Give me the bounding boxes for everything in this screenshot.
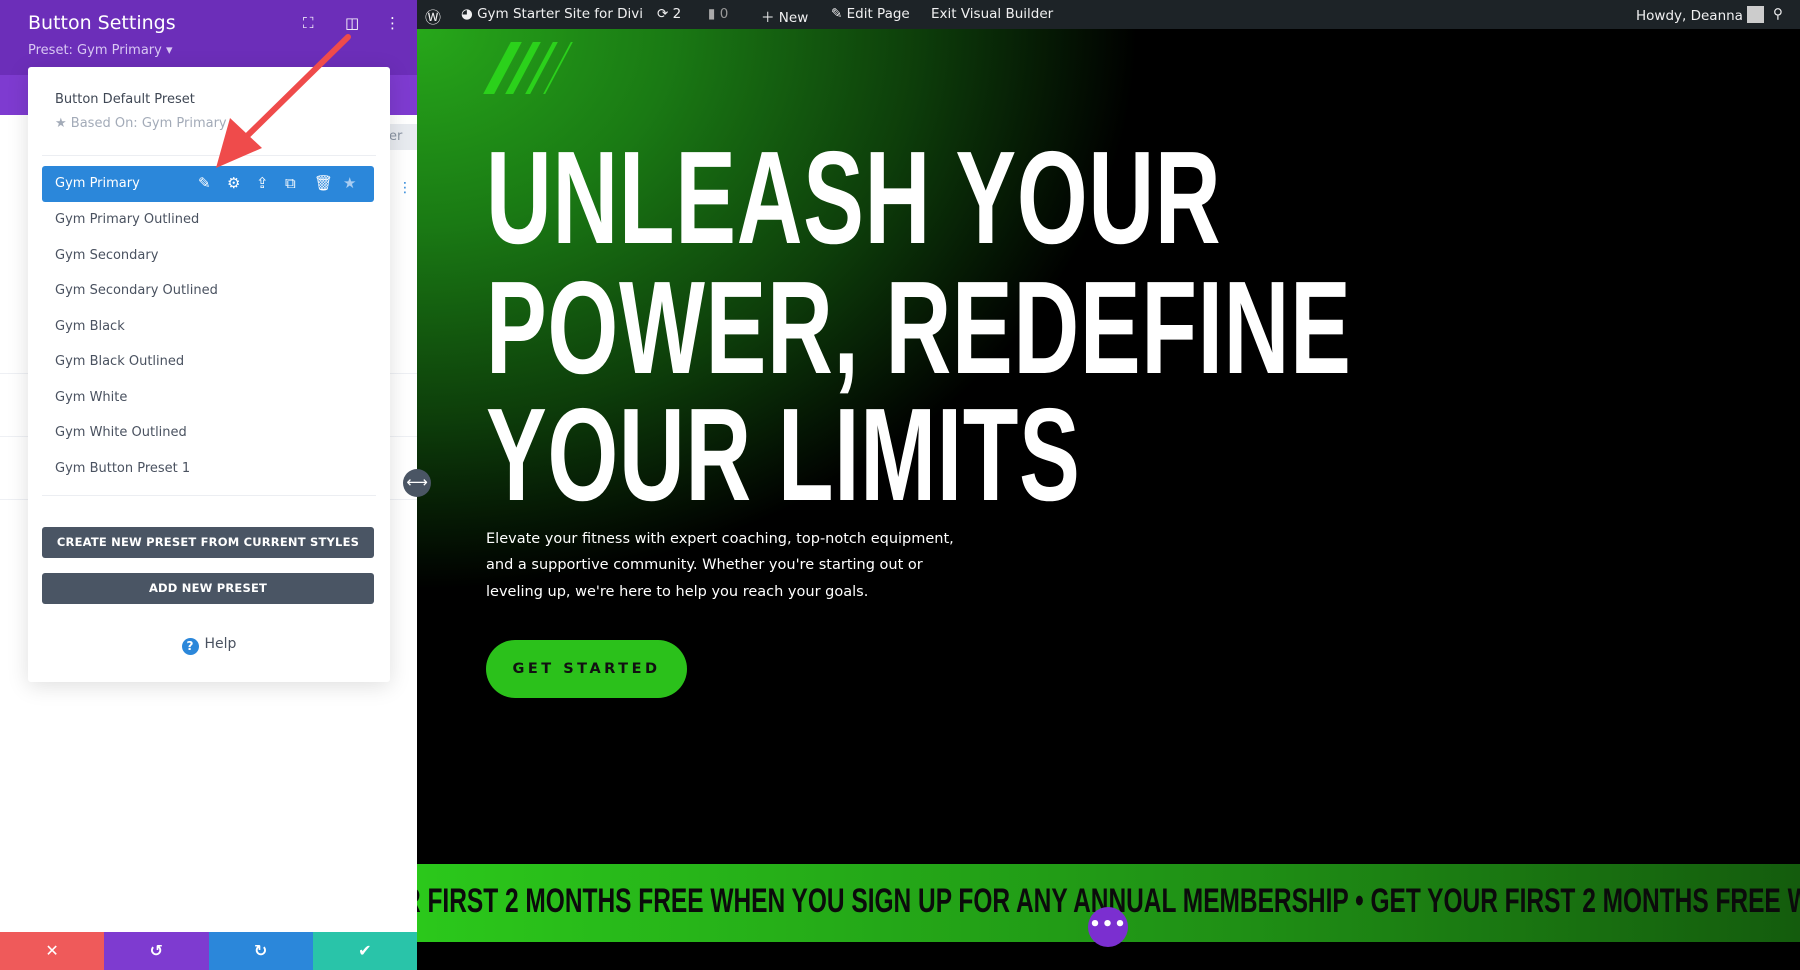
star-icon[interactable]: ★ — [343, 174, 356, 192]
settings-panel: Button Settings Preset: Gym Primary ▾ ⛶ … — [0, 0, 417, 970]
account-link[interactable]: Howdy, Deanna — [1636, 6, 1765, 24]
howdy-label: Howdy, Deanna — [1636, 8, 1743, 24]
preset-item[interactable]: Gym Secondary Outlined — [55, 283, 218, 298]
preset-item[interactable]: Gym Primary Outlined — [55, 212, 199, 227]
create-preset-button[interactable]: CREATE NEW PRESET FROM CURRENT STYLES — [42, 527, 374, 558]
gear-icon[interactable]: ⚙ — [227, 174, 240, 192]
updates-count: 2 — [672, 6, 682, 22]
bottom-action-bar: ✕ ↺ ↻ ✔ — [0, 932, 417, 970]
preset-selector[interactable]: Preset: Gym Primary ▾ — [28, 43, 173, 58]
add-preset-button[interactable]: ADD NEW PRESET — [42, 573, 374, 604]
admin-bar: Ⓦ ◕ Gym Starter Site for Divi ⟳ 2 ▮ 0 ＋ … — [417, 0, 1800, 29]
dashboard-icon: ◕ — [461, 6, 478, 22]
headline-line: POWER, REDEFINE — [486, 254, 1352, 401]
avatar — [1747, 6, 1765, 23]
preset-dropdown: Button Default Preset ★ Based On: Gym Pr… — [28, 67, 390, 682]
divider — [42, 495, 376, 496]
more-icon[interactable]: ⋮ — [398, 180, 412, 196]
layout-icon[interactable]: ◫ — [345, 14, 359, 32]
help-icon: ? — [181, 638, 199, 655]
redo-button[interactable]: ↻ — [208, 932, 313, 970]
more-icon[interactable]: ⋮ — [385, 14, 400, 32]
default-preset[interactable]: Button Default Preset — [55, 92, 195, 107]
comment-icon: ▮ — [708, 6, 720, 22]
star-icon: ★ — [55, 116, 71, 131]
get-started-button[interactable]: GET STARTED — [486, 640, 687, 698]
edit-label: Edit Page — [846, 6, 910, 22]
new-link[interactable]: ＋ New — [761, 6, 808, 26]
plus-icon: ＋ — [761, 10, 779, 26]
delete-icon[interactable]: 🗑 — [314, 174, 333, 192]
comments-count: 0 — [719, 6, 729, 22]
preset-label: Gym Primary — [55, 176, 140, 191]
preset-item[interactable]: Gym White — [55, 390, 127, 405]
undo-button[interactable]: ↺ — [104, 932, 209, 970]
search-icon[interactable]: ⚲ — [1773, 6, 1783, 22]
refresh-icon: ⟳ — [657, 6, 673, 22]
panel-header: Button Settings Preset: Gym Primary ▾ ⛶ … — [0, 0, 417, 75]
hero-paragraph-line: and a supportive community. Whether you'… — [486, 557, 923, 573]
discard-button[interactable]: ✕ — [0, 932, 105, 970]
duplicate-icon[interactable]: ⧉ — [285, 174, 296, 192]
preset-item[interactable]: Gym Black Outlined — [55, 354, 184, 369]
new-label: New — [778, 10, 809, 26]
wordpress-icon[interactable]: Ⓦ — [425, 4, 441, 28]
builder-menu-button[interactable]: ••• — [1088, 907, 1128, 947]
preset-item[interactable]: Gym White Outlined — [55, 425, 187, 440]
preset-item-active[interactable]: Gym Primary ✎ ⚙ ⇪ ⧉ 🗑 ★ — [42, 166, 374, 202]
based-on-label: Based On: Gym Primary — [70, 116, 227, 131]
site-link[interactable]: ◕ Gym Starter Site for Divi — [461, 6, 643, 22]
panel-title: Button Settings — [28, 12, 176, 34]
resize-handle-icon[interactable]: ⟷ — [403, 469, 431, 497]
export-icon[interactable]: ⇪ — [256, 174, 269, 192]
comments-link[interactable]: ▮ 0 — [708, 6, 728, 22]
focus-icon[interactable]: ⛶ — [303, 14, 314, 32]
help-link[interactable]: ? Help — [28, 636, 390, 655]
save-button[interactable]: ✔ — [312, 932, 417, 970]
headline-line: UNLEASH YOUR — [486, 124, 1222, 271]
based-on: ★ Based On: Gym Primary — [55, 116, 227, 131]
headline-line: YOUR LIMITS — [486, 381, 1081, 528]
preset-item[interactable]: Gym Secondary — [55, 248, 158, 263]
edit-icon[interactable]: ✎ — [198, 174, 211, 192]
exit-builder-link[interactable]: Exit Visual Builder — [931, 6, 1053, 22]
help-label: Help — [204, 636, 237, 652]
hero-paragraph-line: leveling up, we're here to help you reac… — [486, 584, 869, 600]
preset-item[interactable]: Gym Black — [55, 319, 125, 334]
site-name: Gym Starter Site for Divi — [477, 6, 644, 22]
pencil-icon: ✎ — [831, 6, 847, 22]
edit-page-link[interactable]: ✎ Edit Page — [831, 6, 910, 22]
hero-paragraph-line: Elevate your fitness with expert coachin… — [486, 531, 954, 547]
hero-section: UNLEASH YOUR POWER, REDEFINE YOUR LIMITS… — [417, 29, 1800, 970]
preset-item[interactable]: Gym Button Preset 1 — [55, 461, 190, 476]
divider — [42, 155, 376, 156]
updates-link[interactable]: ⟳ 2 — [657, 6, 681, 22]
